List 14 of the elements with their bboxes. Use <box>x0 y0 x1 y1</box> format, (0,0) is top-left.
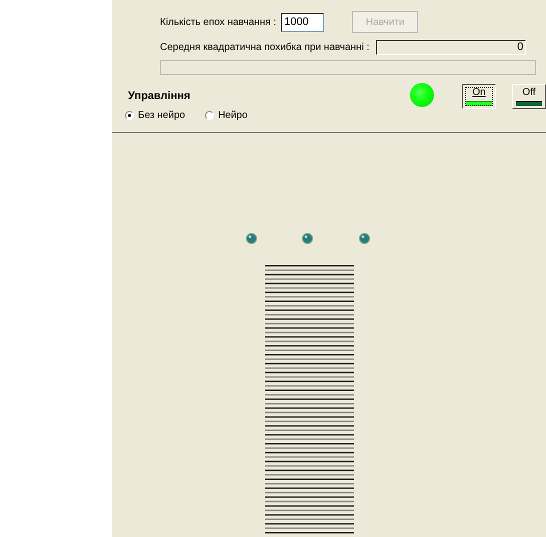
control-title: Управління <box>128 89 192 104</box>
lamp-icon <box>246 233 257 244</box>
radio-dot-icon[interactable] <box>125 111 134 120</box>
switch-button[interactable]: On <box>462 84 496 109</box>
epochs-label: Кількість епох навчання : <box>160 16 276 28</box>
error-readout: 0 <box>376 40 526 54</box>
lamp-icon <box>359 233 370 244</box>
lamp-icon <box>302 233 313 244</box>
epochs-field[interactable]: 1000 <box>281 12 324 32</box>
mode-radio[interactable]: Нейро <box>205 110 248 121</box>
mode-radio[interactable]: Без нейро <box>125 110 186 121</box>
error-label: Середня квадратична похибка при навчанні : <box>160 42 370 52</box>
switch-button[interactable]: Off <box>512 84 546 109</box>
radio-dot-icon[interactable] <box>205 111 214 120</box>
